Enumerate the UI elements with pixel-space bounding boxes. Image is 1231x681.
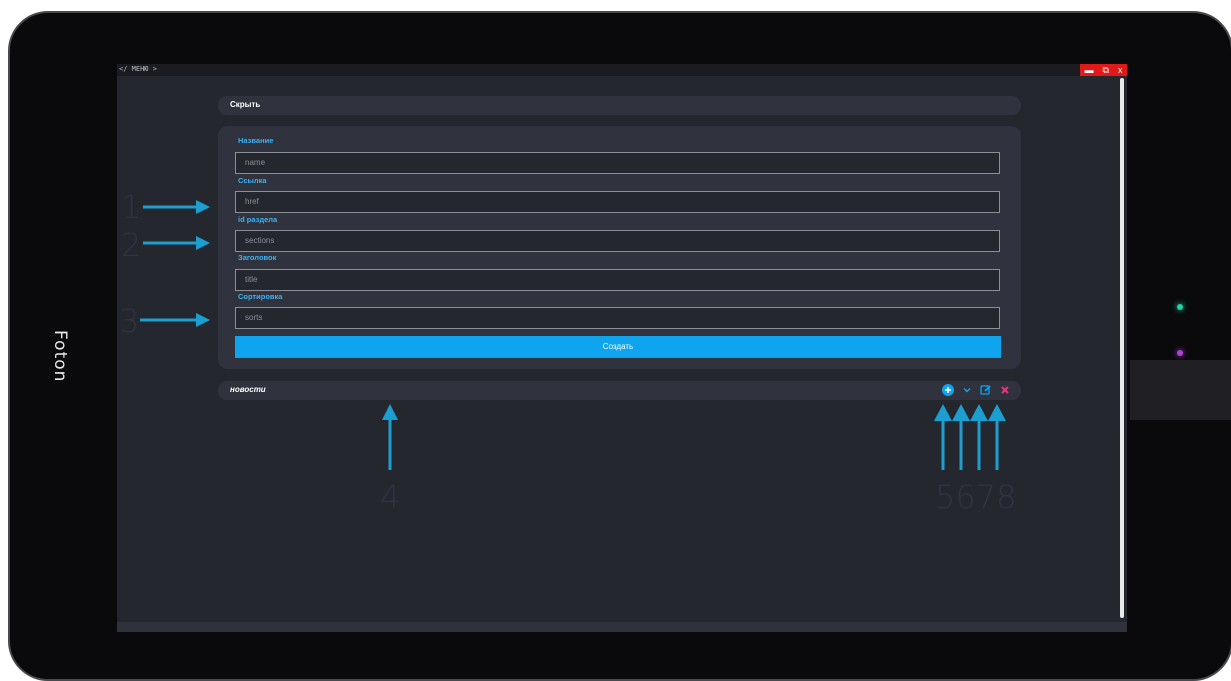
annotation-marker-2: 2 <box>121 226 142 264</box>
arrow-3 <box>140 313 210 327</box>
arrow-2 <box>143 236 210 250</box>
arrow-4 <box>382 404 398 470</box>
annotation-marker-3: 3 <box>119 302 140 340</box>
arrow-5 <box>934 404 952 470</box>
arrow-1 <box>143 200 210 214</box>
annotation-marker-1: 1 <box>121 188 142 226</box>
arrow-8 <box>988 404 1006 470</box>
arrow-7 <box>970 404 988 470</box>
annotation-marker-4: 4 <box>380 478 401 516</box>
annotation-marker-5678: 5678 <box>935 478 1017 516</box>
annotation-arrows <box>140 200 1006 470</box>
arrow-6 <box>952 404 970 470</box>
